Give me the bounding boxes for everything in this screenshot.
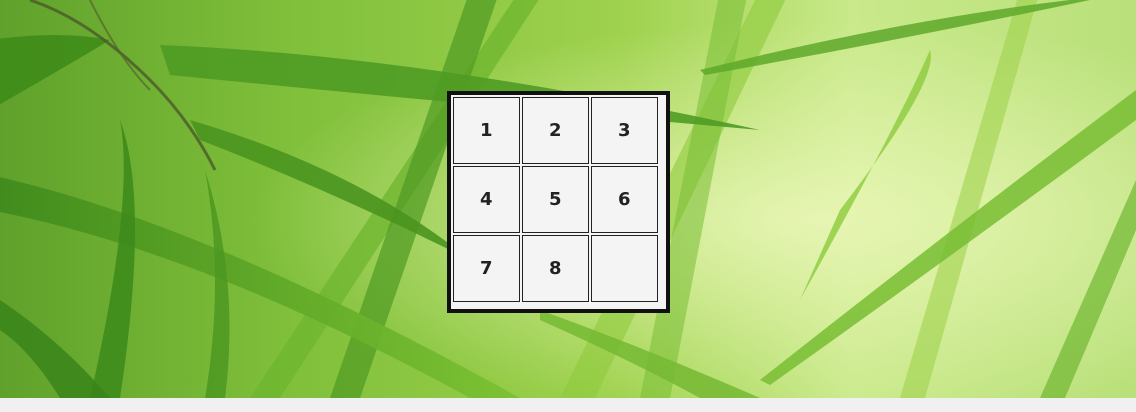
puzzle-empty-slot[interactable] bbox=[591, 235, 658, 302]
puzzle-tile-5[interactable]: 5 bbox=[522, 166, 589, 233]
puzzle-tile-4[interactable]: 4 bbox=[453, 166, 520, 233]
sliding-puzzle-board: 1 2 3 4 5 6 7 8 bbox=[447, 91, 670, 313]
puzzle-tile-1[interactable]: 1 bbox=[453, 97, 520, 164]
puzzle-tile-8[interactable]: 8 bbox=[522, 235, 589, 302]
bottom-strip bbox=[0, 398, 1136, 412]
puzzle-tile-3[interactable]: 3 bbox=[591, 97, 658, 164]
puzzle-tile-7[interactable]: 7 bbox=[453, 235, 520, 302]
puzzle-tile-6[interactable]: 6 bbox=[591, 166, 658, 233]
puzzle-tile-2[interactable]: 2 bbox=[522, 97, 589, 164]
